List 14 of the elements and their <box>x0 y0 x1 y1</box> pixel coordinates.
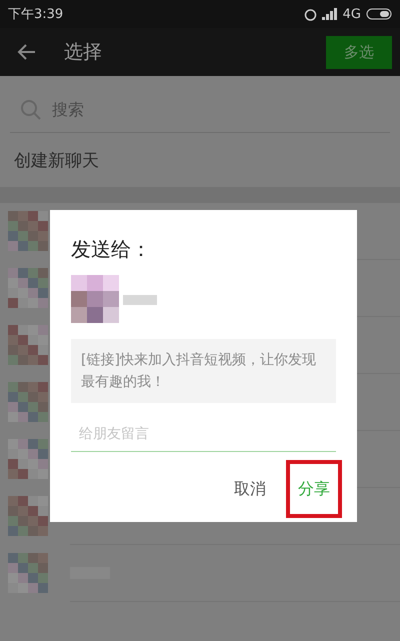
multi-select-button[interactable]: 多选 <box>326 36 392 68</box>
alarm-icon <box>304 8 317 20</box>
page-title: 选择 <box>64 40 103 65</box>
back-arrow-icon[interactable] <box>16 43 36 61</box>
dialog-title: 发送给： <box>71 236 152 263</box>
signal-icon <box>322 8 338 20</box>
new-chat-item[interactable]: 创建新聊天 <box>0 133 400 187</box>
network-label: 4G <box>342 6 361 22</box>
search-icon <box>20 99 42 121</box>
cancel-button[interactable]: 取消 <box>222 460 278 518</box>
status-time: 下午3:39 <box>8 6 64 23</box>
link-message: [链接]快来加入抖音短视频，让你发现最有趣的我！ <box>71 339 336 403</box>
battery-icon <box>366 8 392 20</box>
share-button[interactable]: 分享 <box>286 460 342 518</box>
